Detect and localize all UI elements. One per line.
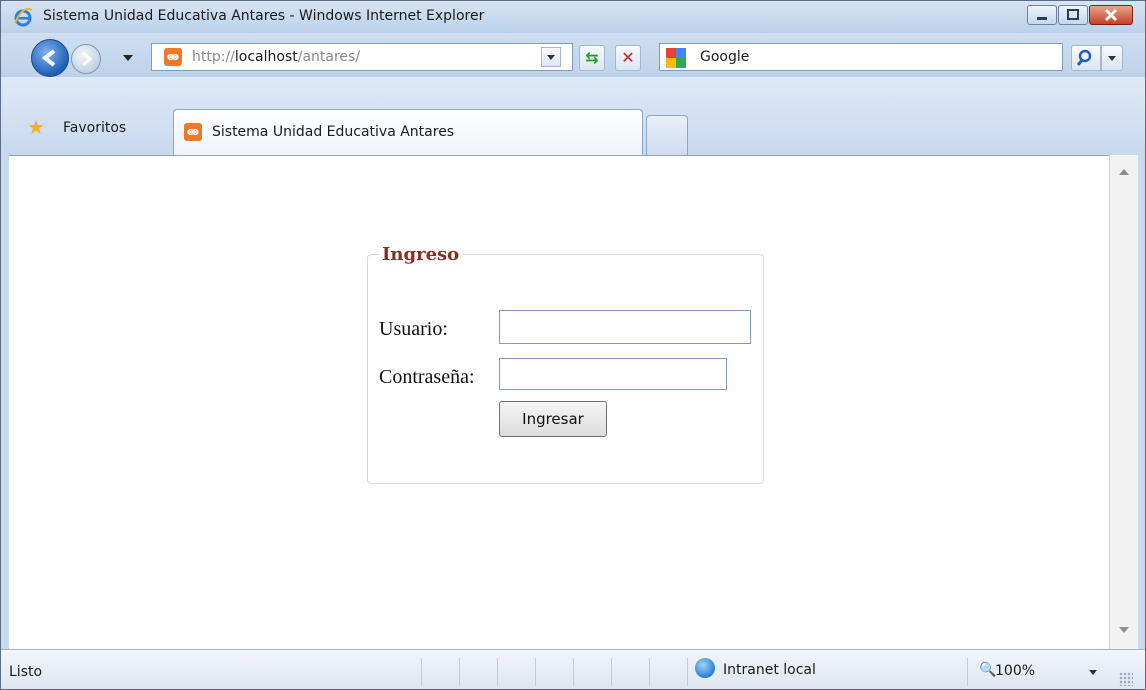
- address-field[interactable]: ꙭ http://localhost/antares/: [151, 43, 573, 71]
- tab-active[interactable]: ꙭ Sistema Unidad Educativa Antares: [173, 109, 643, 155]
- favorites-star-icon: ★: [27, 115, 45, 139]
- back-button[interactable]: [31, 39, 69, 77]
- maximize-button[interactable]: [1058, 5, 1088, 25]
- status-divider: [967, 658, 968, 686]
- vertical-scrollbar[interactable]: [1109, 155, 1138, 649]
- forward-button[interactable]: [71, 44, 101, 74]
- close-button[interactable]: [1089, 5, 1133, 25]
- status-text: Listo: [9, 664, 43, 680]
- google-logo-icon: [666, 48, 686, 68]
- maximize-icon: [1067, 9, 1079, 20]
- browser-window: Sistema Unidad Educativa Antares - Windo…: [0, 0, 1146, 690]
- scroll-up-icon[interactable]: [1119, 169, 1129, 175]
- login-legend: Ingreso: [382, 244, 460, 265]
- security-zone-label[interactable]: Intranet local: [723, 662, 816, 678]
- new-tab-button[interactable]: [646, 115, 688, 155]
- history-dropdown-icon[interactable]: [123, 55, 133, 61]
- tab-label: Sistema Unidad Educativa Antares: [212, 124, 455, 140]
- back-arrow-icon: [41, 49, 56, 67]
- status-divider: [535, 658, 536, 686]
- zoom-level[interactable]: 100%: [995, 663, 1035, 679]
- status-divider: [573, 658, 574, 686]
- status-divider: [459, 658, 460, 686]
- zoom-dropdown-icon[interactable]: [1089, 670, 1097, 675]
- title-bar: Sistema Unidad Educativa Antares - Windo…: [1, 1, 1145, 33]
- close-icon: [1104, 8, 1118, 22]
- favorites-label: Favoritos: [63, 120, 127, 136]
- scroll-down-icon[interactable]: [1119, 627, 1129, 633]
- page-content: Ingreso Usuario: Contraseña: Ingresar: [9, 155, 1109, 650]
- password-input[interactable]: [499, 358, 727, 390]
- search-icon: [1076, 49, 1092, 66]
- ie-logo-icon: [14, 7, 33, 27]
- status-bar: Listo Intranet local 🔍 100%: [1, 649, 1145, 689]
- window-title: Sistema Unidad Educativa Antares - Windo…: [43, 8, 485, 24]
- search-options-dropdown[interactable]: [1101, 45, 1123, 71]
- tab-favicon-icon: ꙭ: [184, 123, 202, 141]
- stop-icon: ✕: [621, 48, 635, 67]
- status-divider: [421, 658, 422, 686]
- status-divider: [611, 658, 612, 686]
- zoom-icon[interactable]: 🔍: [979, 662, 996, 678]
- stop-button[interactable]: ✕: [615, 45, 641, 71]
- username-label: Usuario:: [379, 318, 448, 340]
- minimize-icon: [1037, 17, 1047, 20]
- username-input[interactable]: [499, 310, 751, 344]
- address-text: http://localhost/antares/: [192, 49, 361, 65]
- refresh-icon: ⇆: [585, 48, 599, 67]
- site-favicon-icon: ꙭ: [164, 48, 182, 66]
- password-label: Contraseña:: [379, 366, 475, 388]
- status-divider: [497, 658, 498, 686]
- search-provider-label: Google: [700, 49, 750, 65]
- refresh-button[interactable]: ⇆: [579, 45, 605, 71]
- forward-arrow-icon: [82, 51, 93, 67]
- search-field[interactable]: Google: [659, 43, 1063, 71]
- status-divider: [649, 658, 650, 686]
- address-dropdown-button[interactable]: [541, 47, 561, 67]
- resize-grip-icon[interactable]: [1119, 672, 1133, 686]
- login-submit-button[interactable]: Ingresar: [499, 401, 607, 437]
- minimize-button[interactable]: [1027, 5, 1057, 25]
- status-divider: [687, 658, 688, 686]
- intranet-globe-icon: [695, 658, 715, 678]
- search-button[interactable]: [1071, 45, 1101, 71]
